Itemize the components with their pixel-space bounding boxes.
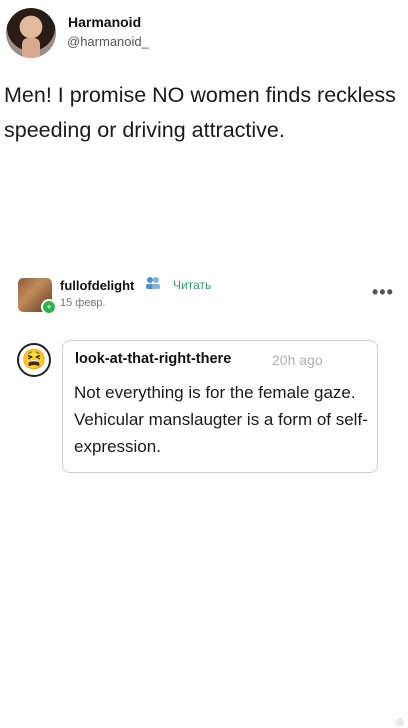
comment-date: 15 февр. bbox=[60, 297, 106, 309]
reply-username[interactable]: look-at-that-right-there bbox=[75, 351, 231, 367]
follow-button[interactable]: Читать bbox=[173, 278, 211, 292]
tweet-handle[interactable]: @harmanoid_ bbox=[67, 34, 149, 49]
people-icon bbox=[145, 276, 161, 293]
reply-bubble: look-at-that-right-there 20h ago Not eve… bbox=[62, 340, 378, 473]
comment-post: + fullofdelight Читать 15 февр. ••• 😫 lo… bbox=[0, 252, 408, 727]
reply-time: 20h ago bbox=[272, 352, 323, 368]
tweet-display-name[interactable]: Harmanoid bbox=[68, 14, 141, 30]
comment-username[interactable]: fullofdelight bbox=[60, 278, 134, 293]
tweet-text: Men! I promise NO women finds reckless s… bbox=[4, 83, 396, 142]
tweet-avatar[interactable] bbox=[6, 8, 56, 58]
more-options-icon[interactable]: ••• bbox=[372, 282, 394, 303]
avatar-figure bbox=[22, 38, 40, 58]
reply-avatar[interactable]: 😫 bbox=[17, 343, 51, 377]
reply-text: Not everything is for the female gaze. V… bbox=[74, 383, 368, 456]
online-badge-icon: + bbox=[41, 299, 57, 315]
tweet-card: Harmanoid @harmanoid_ Men! I promise NO … bbox=[0, 0, 408, 248]
watermark-icon: ◎ bbox=[396, 717, 404, 727]
